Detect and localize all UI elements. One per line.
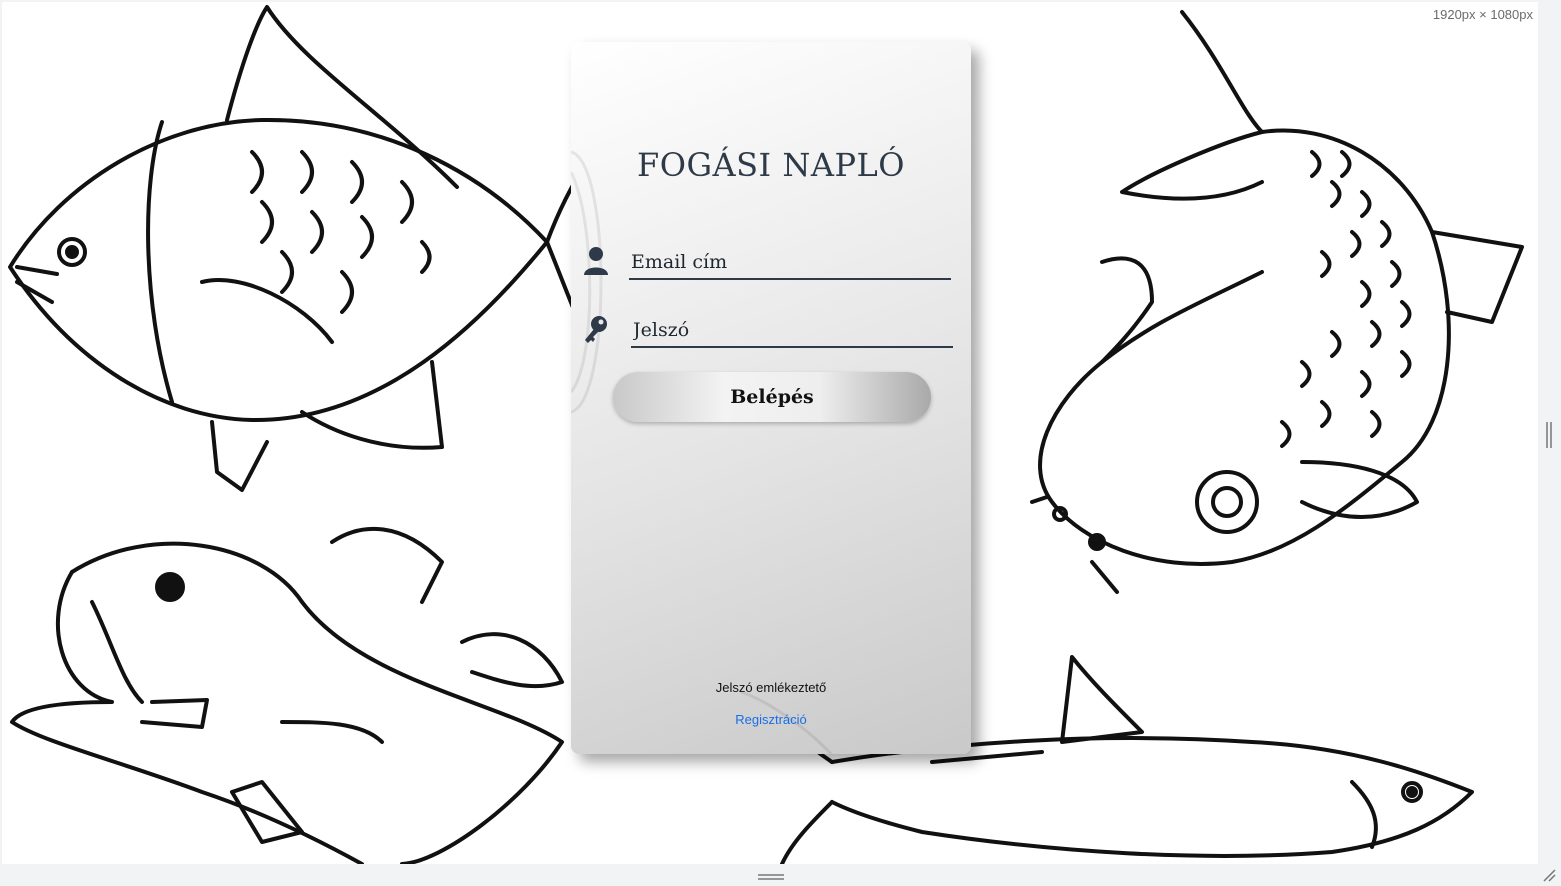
password-input[interactable] <box>631 314 953 348</box>
resize-handle-right-icon[interactable] <box>1545 422 1553 448</box>
resize-handle-corner-icon[interactable] <box>1542 868 1556 882</box>
email-row <box>583 246 953 286</box>
fish-drawing-bottom-left <box>10 526 564 864</box>
login-card: FOGÁSI NAPLÓ Belépés Jelszó emlékeztető … <box>571 42 971 754</box>
fish-drawing-right-koi <box>1030 10 1524 594</box>
password-row <box>583 314 953 354</box>
password-reminder-link[interactable]: Jelszó emlékeztető <box>571 680 971 695</box>
login-button[interactable]: Belépés <box>613 372 931 422</box>
browser-viewport: FOGÁSI NAPLÓ Belépés Jelszó emlékeztető … <box>2 2 1538 864</box>
register-link[interactable]: Regisztráció <box>571 712 971 727</box>
page-title: FOGÁSI NAPLÓ <box>637 146 905 184</box>
fish-drawing-top-left <box>8 5 594 492</box>
key-icon <box>585 316 607 343</box>
viewport-size-label: 1920px × 1080px <box>1432 7 1533 22</box>
resize-handle-bottom-icon[interactable] <box>758 873 784 881</box>
email-input[interactable] <box>629 246 951 280</box>
user-icon <box>584 247 608 275</box>
